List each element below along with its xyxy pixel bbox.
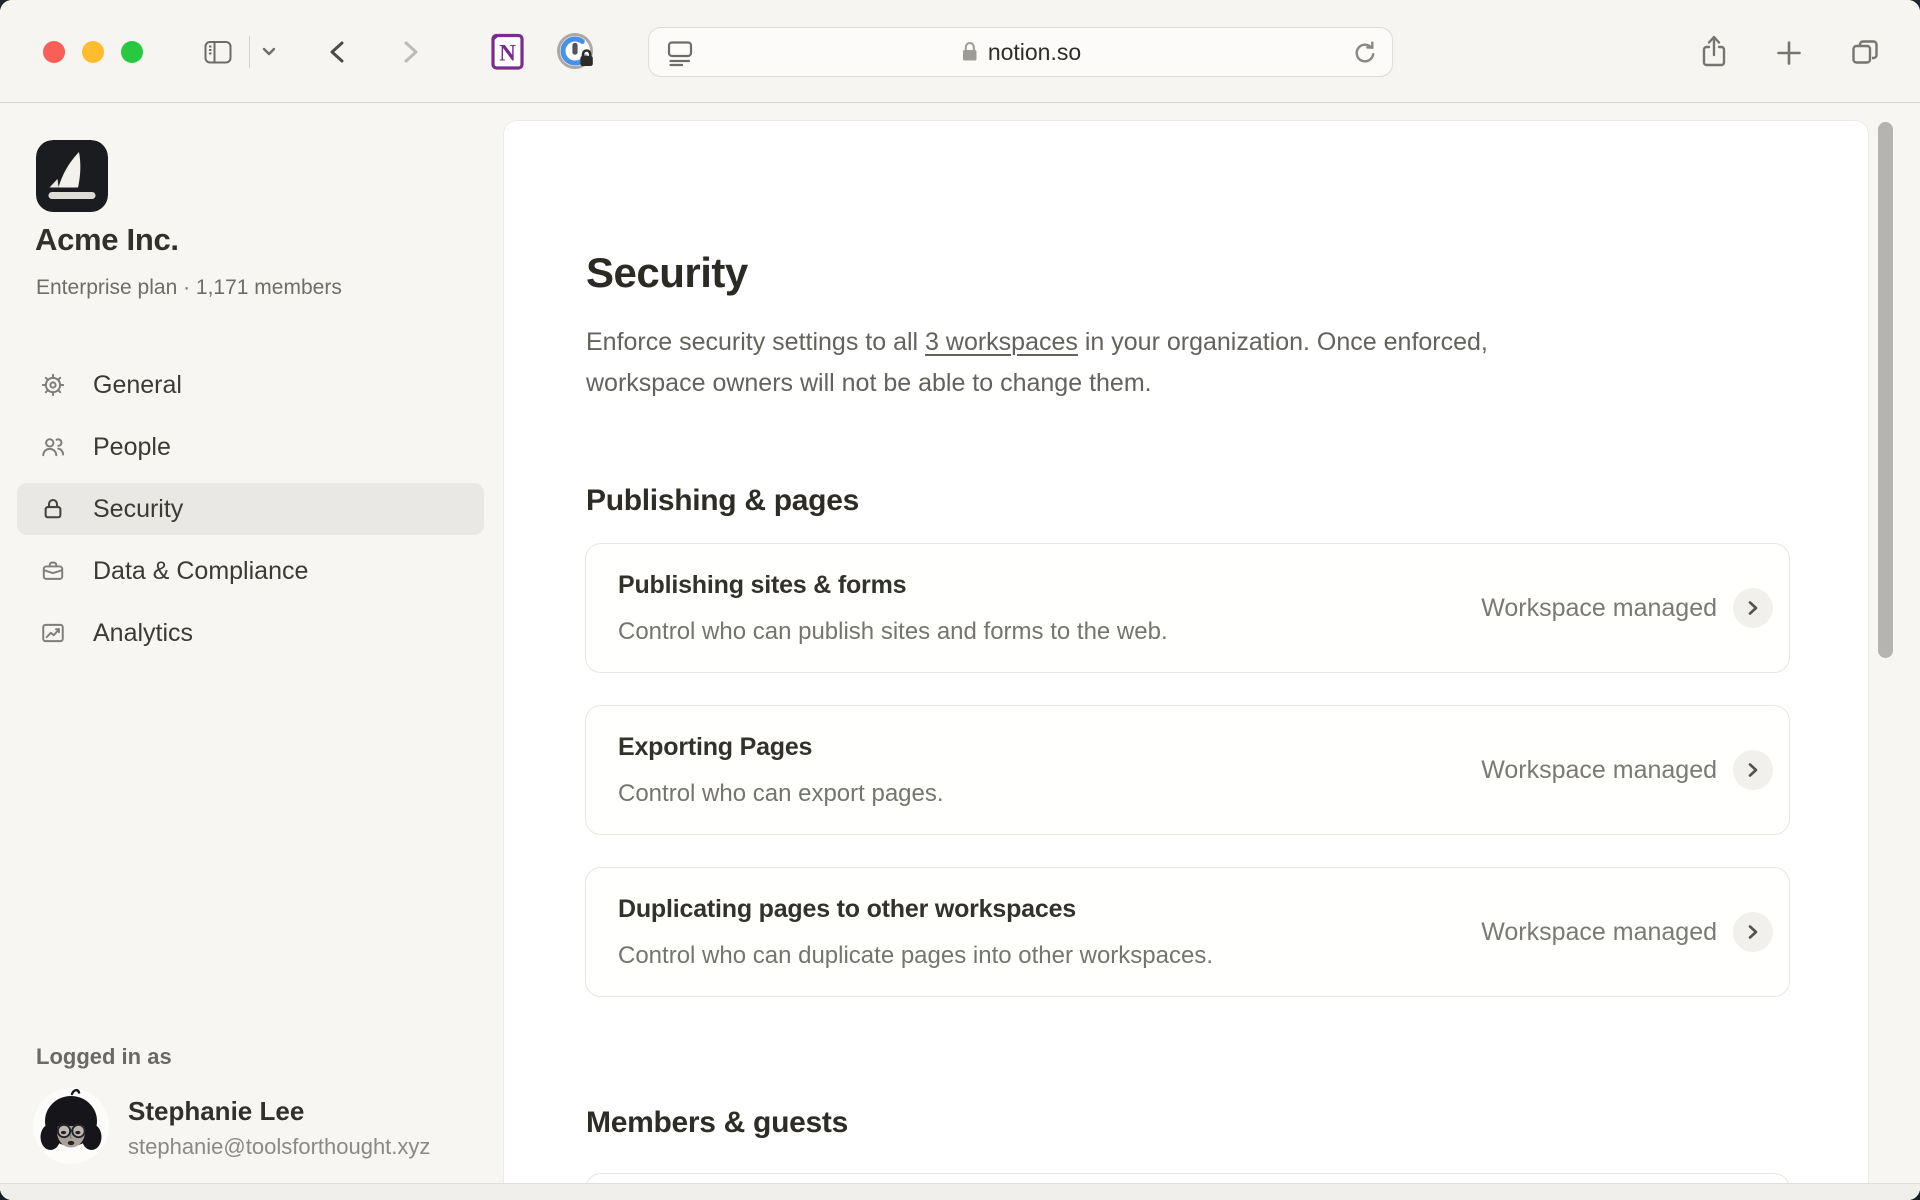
gear-icon <box>40 372 66 398</box>
traffic-lights <box>43 41 143 63</box>
sidebar-item-label: Analytics <box>93 619 193 648</box>
card-text: Duplicating pages to other workspaces Co… <box>618 895 1213 970</box>
chart-icon <box>40 620 66 646</box>
intro-prefix: Enforce security settings to all <box>586 328 925 356</box>
sidebar-menu-chevron-button[interactable] <box>256 42 282 62</box>
share-icon <box>1697 33 1731 71</box>
tab-overview-icon <box>1848 36 1882 70</box>
share-button[interactable] <box>1694 31 1734 73</box>
url-display: notion.so <box>649 28 1392 76</box>
sidebar-item-label: Data & Compliance <box>93 557 308 586</box>
browser-toolbar: N <box>0 0 1920 103</box>
status-badge: Workspace managed <box>1481 594 1717 623</box>
org-name: Acme Inc. <box>35 222 179 258</box>
org-logo <box>36 140 108 212</box>
page-intro: Enforce security settings to all 3 works… <box>586 322 1546 404</box>
section-heading-members: Members & guests <box>586 1106 848 1140</box>
page-title: Security <box>586 249 748 297</box>
back-icon <box>323 36 353 68</box>
forward-icon <box>395 36 425 68</box>
card-right: Workspace managed <box>1481 912 1773 952</box>
open-setting-button[interactable] <box>1733 912 1773 952</box>
card-text: Publishing sites & forms Control who can… <box>618 571 1168 646</box>
padlock-icon <box>960 40 979 64</box>
people-icon <box>40 434 66 460</box>
svg-text:N: N <box>499 41 516 66</box>
user-email: stephanie@toolsforthought.xyz <box>128 1134 430 1160</box>
publishing-cards: Publishing sites & forms Control who can… <box>585 543 1790 1029</box>
sidebar-item-people[interactable]: People <box>17 421 484 473</box>
new-tab-button[interactable] <box>1772 36 1806 70</box>
sidebar-item-security[interactable]: Security <box>17 483 484 535</box>
toolbar-divider <box>249 36 250 68</box>
avatar-illustration <box>33 1088 109 1164</box>
vertical-scrollbar-thumb[interactable] <box>1878 122 1893 658</box>
card-text: Exporting Pages Control who can export p… <box>618 733 944 808</box>
url-host-text: notion.so <box>988 39 1081 66</box>
card-title: Exporting Pages <box>618 733 944 762</box>
sidebar-item-label: People <box>93 433 171 462</box>
chevron-right-icon <box>1745 923 1761 941</box>
card-right: Workspace managed <box>1481 588 1773 628</box>
logged-in-as-label: Logged in as <box>36 1044 172 1070</box>
chevron-down-icon <box>258 45 280 59</box>
sidebar-item-label: General <box>93 371 182 400</box>
sidebar-toggle-button[interactable] <box>198 33 238 71</box>
address-bar[interactable]: notion.so <box>648 27 1393 77</box>
setting-card-publishing-sites[interactable]: Publishing sites & forms Control who can… <box>585 543 1790 673</box>
window-bottom-edge <box>0 1183 1920 1200</box>
notion-extension-button[interactable]: N <box>484 29 530 75</box>
chevron-right-icon <box>1745 599 1761 617</box>
minimize-window-button[interactable] <box>82 41 104 63</box>
onepassword-extension-icon <box>553 29 599 75</box>
close-window-button[interactable] <box>43 41 65 63</box>
sidebar-item-general[interactable]: General <box>17 359 484 411</box>
security-settings-page: Security Enforce security settings to al… <box>503 120 1869 1200</box>
sailboat-icon <box>36 140 108 212</box>
main-content-area: Security Enforce security settings to al… <box>503 104 1920 1200</box>
safari-window: N <box>0 0 1920 1200</box>
tab-overview-button[interactable] <box>1846 34 1884 72</box>
status-badge: Workspace managed <box>1481 918 1717 947</box>
lock-icon <box>40 496 66 522</box>
sidebar-item-label: Security <box>93 495 183 524</box>
card-title: Duplicating pages to other workspaces <box>618 895 1213 924</box>
status-badge: Workspace managed <box>1481 756 1717 785</box>
card-description: Control who can export pages. <box>618 780 944 808</box>
user-avatar <box>33 1088 109 1164</box>
section-heading-publishing: Publishing & pages <box>586 484 859 518</box>
card-title: Publishing sites & forms <box>618 571 1168 600</box>
zoom-window-button[interactable] <box>121 41 143 63</box>
chevron-right-icon <box>1745 761 1761 779</box>
sidebar-item-analytics[interactable]: Analytics <box>17 607 484 659</box>
setting-card-exporting-pages[interactable]: Exporting Pages Control who can export p… <box>585 705 1790 835</box>
org-plan-info: Enterprise plan · 1,171 members <box>36 276 342 300</box>
workspaces-link[interactable]: 3 workspaces <box>925 328 1078 356</box>
sidebar-toggle-icon <box>200 34 236 70</box>
new-tab-icon <box>1774 38 1804 68</box>
setting-card-duplicating-pages[interactable]: Duplicating pages to other workspaces Co… <box>585 867 1790 997</box>
user-name: Stephanie Lee <box>128 1096 304 1127</box>
open-setting-button[interactable] <box>1733 588 1773 628</box>
forward-button[interactable] <box>392 34 428 70</box>
settings-sidebar: Acme Inc. Enterprise plan · 1,171 member… <box>0 104 503 1200</box>
open-setting-button[interactable] <box>1733 750 1773 790</box>
refresh-button[interactable] <box>1350 38 1380 73</box>
card-description: Control who can duplicate pages into oth… <box>618 942 1213 970</box>
card-right: Workspace managed <box>1481 750 1773 790</box>
back-button[interactable] <box>320 34 356 70</box>
settings-nav: General People Security <box>0 359 503 669</box>
refresh-icon <box>1350 38 1380 68</box>
notion-extension-icon: N <box>484 29 530 75</box>
sidebar-item-data-compliance[interactable]: Data & Compliance <box>17 545 484 597</box>
onepassword-extension-button[interactable] <box>553 29 599 75</box>
card-description: Control who can publish sites and forms … <box>618 618 1168 646</box>
briefcase-icon <box>40 558 66 584</box>
